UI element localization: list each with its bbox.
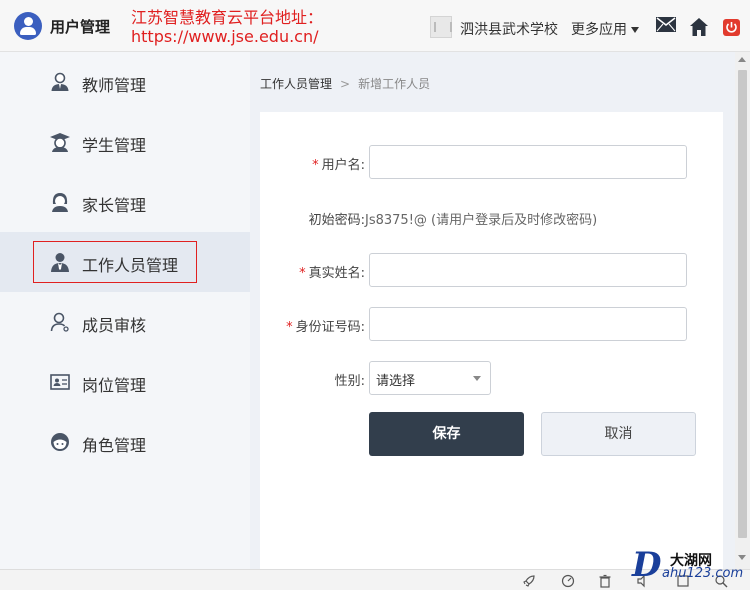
breadcrumb-staff-management[interactable]: 工作人员管理 [260, 77, 332, 91]
scrollbar-thumb[interactable] [738, 70, 747, 538]
realname-label: * 真实姓名: [299, 262, 365, 281]
chevron-down-icon [473, 376, 481, 381]
breadcrumb-current: 新增工作人员 [358, 77, 431, 91]
platform-notice: 江苏智慧教育云平台地址： https://www.jse.edu.cn/ [131, 8, 323, 46]
sidebar-item-roles[interactable]: 角色管理 [0, 412, 250, 472]
username-label: * 用户名: [312, 154, 365, 173]
notice-line-1: 江苏智慧教育云平台地址： [131, 8, 324, 27]
username-row: * 用户名: [260, 145, 723, 179]
teacher-icon [51, 72, 69, 91]
notice-line-2[interactable]: https://www.jse.edu.cn/ [131, 27, 323, 46]
username-label-text: 用户名: [321, 158, 365, 173]
sidebar: 教师管理 学生管理 家长管理 工作人员管理 成员审核 岗位管理 角色管理 [0, 52, 250, 569]
highlight-box [33, 241, 197, 283]
student-cap-icon [50, 133, 70, 152]
role-icon [51, 433, 69, 451]
realname-row: * 真实姓名: [260, 253, 723, 287]
sidebar-item-label: 岗位管理 [82, 376, 147, 395]
save-button[interactable]: 保存 [369, 412, 524, 456]
gender-selected-value: 请选择 [376, 374, 416, 389]
trash-icon[interactable] [598, 574, 612, 588]
idcard-label-text: 身份证号码: [295, 320, 365, 335]
required-mark: * [286, 320, 293, 335]
watermark-domain: ahu123.com [662, 566, 744, 581]
sidebar-item-label: 成员审核 [82, 316, 147, 335]
watermark-logo-letter: D [632, 545, 662, 585]
gender-label: 性别: [334, 374, 365, 389]
idcard-row: * 身份证号码: [260, 307, 723, 341]
idcard-input[interactable] [369, 307, 687, 341]
school-icon [430, 16, 452, 38]
sidebar-item-label: 学生管理 [82, 136, 147, 155]
cancel-button[interactable]: 取消 [541, 412, 696, 456]
breadcrumb-separator: > [340, 77, 351, 91]
scroll-up-arrow-icon[interactable] [738, 57, 746, 62]
sidebar-item-label: 角色管理 [82, 436, 147, 455]
id-card-icon [50, 374, 70, 390]
parent-icon [52, 193, 68, 212]
sidebar-item-member-review[interactable]: 成员审核 [0, 292, 250, 352]
site-watermark: D 大湖网 ahu123.com [632, 546, 744, 586]
sidebar-item-positions[interactable]: 岗位管理 [0, 352, 250, 412]
member-review-icon [50, 312, 69, 332]
mail-icon[interactable] [656, 17, 676, 32]
power-icon[interactable] [723, 19, 740, 36]
sidebar-item-teachers[interactable]: 教师管理 [0, 52, 250, 112]
more-apps-dropdown[interactable]: 更多应用 [571, 19, 639, 39]
username-input[interactable] [369, 145, 687, 179]
sidebar-item-label: 教师管理 [82, 76, 147, 95]
rocket-icon[interactable] [522, 574, 536, 588]
realname-input[interactable] [369, 253, 687, 287]
gender-row: 性别: 请选择 [260, 361, 723, 395]
breadcrumb: 工作人员管理 > 新增工作人员 [260, 75, 430, 92]
more-apps-label: 更多应用 [571, 22, 627, 38]
main-content: 工作人员管理 > 新增工作人员 * 用户名: 初始密码: Js8375!@ (请用户登… [250, 52, 735, 569]
sidebar-item-label: 家长管理 [82, 196, 147, 215]
vertical-scrollbar[interactable] [735, 52, 750, 569]
realname-label-text: 真实姓名: [308, 266, 365, 281]
home-icon[interactable] [690, 18, 708, 36]
caret-down-icon [631, 27, 639, 33]
sidebar-item-parents[interactable]: 家长管理 [0, 172, 250, 232]
gender-select[interactable]: 请选择 [369, 361, 491, 395]
user-avatar-icon [14, 12, 42, 40]
form-panel: * 用户名: 初始密码: Js8375!@ (请用户登录后及时修改密码) * 真实姓… [260, 112, 723, 569]
sidebar-item-staff[interactable]: 工作人员管理 [0, 232, 250, 292]
school-name[interactable]: 泗洪县武术学校 [460, 19, 558, 39]
required-mark: * [312, 158, 319, 173]
initial-password-value: Js8375!@ (请用户登录后及时修改密码) [365, 213, 598, 228]
speed-gauge-icon[interactable] [561, 574, 575, 588]
initial-password-label: 初始密码: [308, 213, 365, 228]
initial-password-row: 初始密码: Js8375!@ (请用户登录后及时修改密码) [260, 200, 723, 234]
idcard-label: * 身份证号码: [286, 316, 365, 335]
required-mark: * [299, 266, 306, 281]
top-header: 用户管理 江苏智慧教育云平台地址： https://www.jse.edu.cn… [0, 0, 750, 52]
app-title: 用户管理 [50, 18, 111, 36]
sidebar-item-students[interactable]: 学生管理 [0, 112, 250, 172]
